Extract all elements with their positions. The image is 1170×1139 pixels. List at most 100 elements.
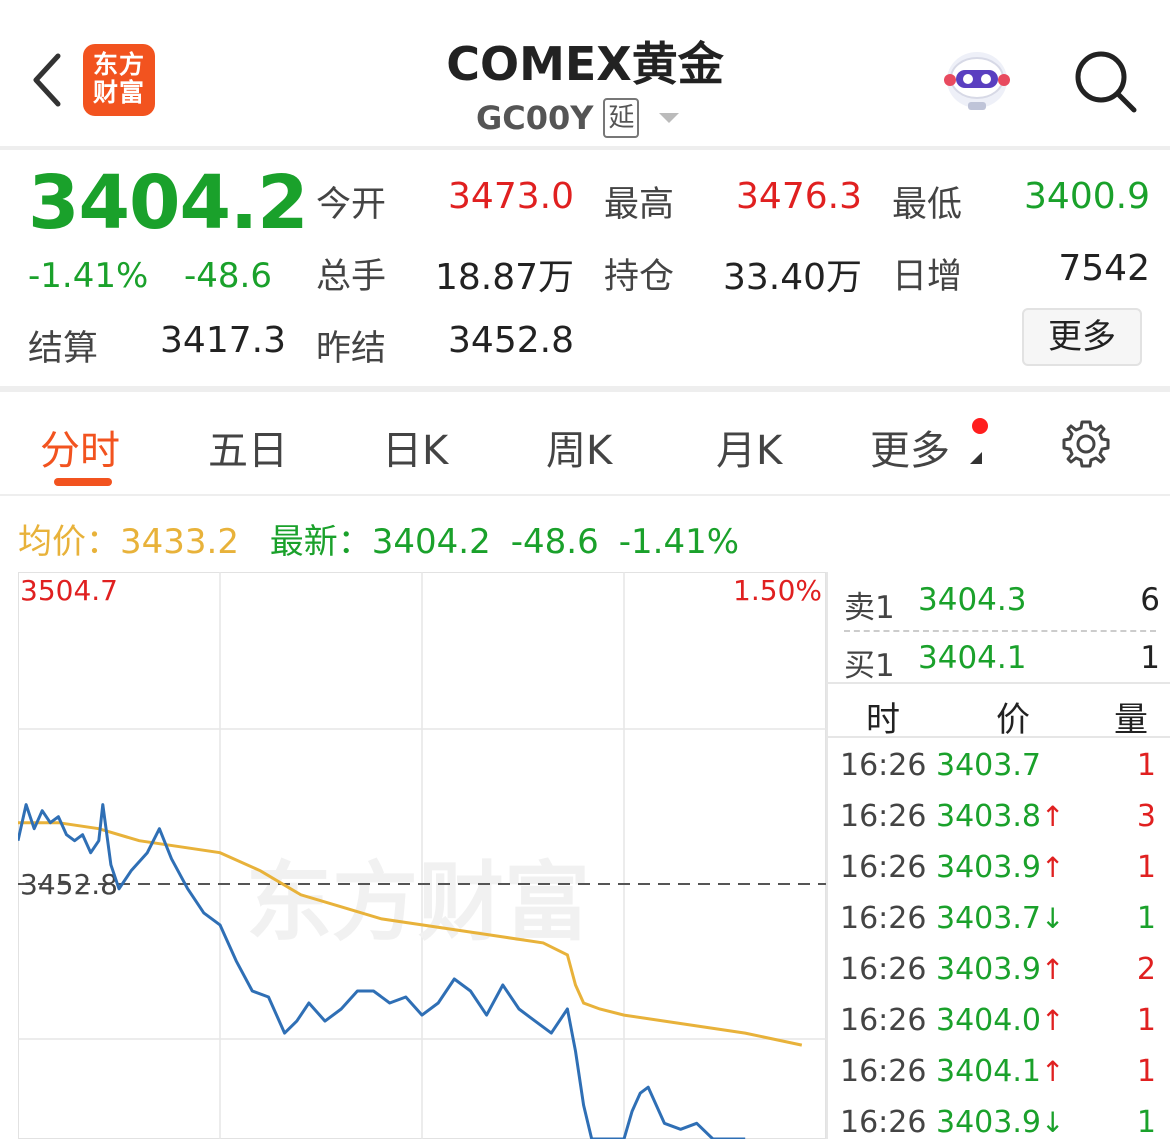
order-book-panel: 卖1 3404.3 6 买1 3404.1 1 时 价 量 16:26 3403.… — [826, 572, 1170, 1139]
ticks-divider — [826, 736, 1170, 738]
tick-price-value: 3404.1 — [936, 1054, 1041, 1089]
tick-row: 16:26 3403.8↑ 3 — [826, 793, 1170, 843]
daily-increase-label: 日增 — [892, 257, 963, 297]
tab-weekly-k[interactable]: 周K — [546, 418, 612, 476]
divider — [0, 494, 1170, 496]
instrument-selector[interactable]: GC00Y 延 — [476, 96, 680, 140]
tick-time: 16:26 — [840, 1003, 927, 1038]
avg-value: 3433.2 — [120, 522, 239, 562]
tab-more[interactable]: 更多 — [870, 418, 950, 476]
tick-price-value: 3403.9 — [936, 850, 1041, 885]
intraday-chart[interactable]: 东方财富 3504.7 1.50% 3452.8 — [18, 572, 826, 1139]
tick-row: 16:26 3403.9↑ 1 — [826, 844, 1170, 894]
volume-label: 总手 — [316, 257, 387, 297]
open-value: 3473.0 — [448, 176, 574, 217]
assistant-robot-icon[interactable] — [942, 42, 1012, 114]
high-value: 3476.3 — [736, 176, 862, 217]
top-bar: 东方财富 COMEX黄金 GC00Y 延 — [0, 0, 1170, 146]
tab-five-day[interactable]: 五日 — [208, 418, 288, 476]
tick-price: 3403.8↑ — [936, 799, 1064, 834]
tick-price-value: 3403.8 — [936, 799, 1041, 834]
buy-1-qty: 1 — [1140, 640, 1160, 676]
tick-row: 16:26 3403.9↑ 2 — [826, 946, 1170, 996]
low-label: 最低 — [892, 185, 963, 225]
last-price: 3404.2 — [28, 160, 309, 246]
open-interest-label: 持仓 — [604, 257, 675, 297]
tab-intraday[interactable]: 分时 — [40, 418, 120, 476]
buy-1-row: 买1 3404.1 1 — [826, 632, 1170, 688]
tick-time: 16:26 — [840, 799, 927, 834]
tick-volume: 1 — [1136, 1105, 1156, 1139]
tick-time: 16:26 — [840, 748, 927, 783]
tick-price-value: 3403.9 — [936, 1105, 1041, 1139]
prev-settle-label: 昨结 — [316, 329, 387, 369]
tick-time: 16:26 — [840, 901, 927, 936]
sell-1-label: 卖1 — [844, 590, 895, 626]
tick-price: 3403.9↑ — [936, 952, 1064, 987]
tick-volume: 3 — [1136, 799, 1156, 834]
latest-value: 3404.2 — [371, 522, 491, 562]
tick-price: 3404.0↑ — [936, 1003, 1064, 1038]
arrow-up-icon: ↑ — [1040, 1055, 1065, 1088]
arrow-down-icon: ↓ — [1040, 1106, 1065, 1139]
arrow-up-icon: ↑ — [1040, 851, 1065, 884]
tick-row: 16:26 3403.7 1 — [826, 742, 1170, 792]
tick-price: 3404.1↑ — [936, 1054, 1064, 1089]
tick-price: 3403.9↓ — [936, 1105, 1064, 1139]
tick-volume: 1 — [1136, 748, 1156, 783]
tick-time: 16:26 — [840, 1054, 927, 1089]
tick-price: 3403.7 — [936, 748, 1041, 783]
search-icon[interactable] — [1072, 48, 1138, 114]
gear-icon[interactable] — [1060, 418, 1112, 470]
tick-time: 16:26 — [840, 952, 927, 987]
latest-label: 最新： — [269, 522, 372, 562]
change-percent: -1.41% — [28, 256, 149, 296]
tab-daily-k[interactable]: 日K — [382, 418, 448, 476]
tick-time: 16:26 — [840, 1105, 927, 1139]
latest-change: -48.6 — [510, 522, 599, 562]
ticks-header-time: 时 — [866, 700, 900, 740]
y-axis-top-label: 3504.7 — [20, 574, 118, 607]
sell-1-row: 卖1 3404.3 6 — [826, 574, 1170, 630]
open-interest-value: 33.40万 — [722, 257, 862, 298]
more-corner-icon — [970, 452, 982, 464]
ticks-header-volume: 量 — [1114, 700, 1148, 740]
low-value: 3400.9 — [1024, 176, 1150, 217]
dropdown-caret-icon — [659, 113, 680, 123]
settle-value: 3417.3 — [160, 320, 286, 361]
daily-increase-value: 7542 — [1058, 248, 1150, 289]
prev-settle-value: 3452.8 — [448, 320, 574, 361]
tick-price: 3403.9↑ — [936, 850, 1064, 885]
sell-1-price: 3404.3 — [918, 582, 1027, 618]
instrument-code: GC00Y — [476, 99, 594, 137]
tick-row: 16:26 3404.0↑ 1 — [826, 997, 1170, 1047]
change-amount: -48.6 — [184, 256, 272, 296]
tick-row: 16:26 3403.7↓ 1 — [826, 895, 1170, 945]
arrow-up-icon: ↑ — [1040, 800, 1065, 833]
tick-volume: 1 — [1136, 901, 1156, 936]
buy-1-price: 3404.1 — [918, 640, 1027, 676]
more-quote-button[interactable]: 更多 — [1022, 308, 1142, 366]
avg-label: 均价： — [18, 522, 120, 562]
tick-volume: 1 — [1136, 850, 1156, 885]
tick-row: 16:26 3404.1↑ 1 — [826, 1048, 1170, 1098]
latest-percent: -1.41% — [618, 522, 740, 562]
open-label: 今开 — [316, 185, 387, 225]
reference-price-label: 3452.8 — [20, 868, 118, 901]
tick-price-value: 3403.7 — [936, 748, 1041, 783]
tick-time: 16:26 — [840, 850, 927, 885]
tick-price-value: 3404.0 — [936, 1003, 1041, 1038]
delay-badge: 延 — [603, 98, 640, 138]
tab-monthly-k[interactable]: 月K — [716, 418, 782, 476]
arrow-down-icon: ↓ — [1040, 902, 1065, 935]
settle-label: 结算 — [28, 329, 99, 369]
sell-1-qty: 6 — [1140, 582, 1160, 618]
high-label: 最高 — [604, 185, 675, 225]
active-tab-indicator — [54, 478, 112, 486]
arrow-up-icon: ↑ — [1040, 953, 1065, 986]
tick-price-value: 3403.7 — [936, 901, 1041, 936]
tick-volume: 2 — [1136, 952, 1156, 987]
book-divider — [826, 682, 1170, 684]
buy-1-label: 买1 — [844, 648, 895, 684]
watermark-text: 东方财富 — [246, 853, 590, 953]
